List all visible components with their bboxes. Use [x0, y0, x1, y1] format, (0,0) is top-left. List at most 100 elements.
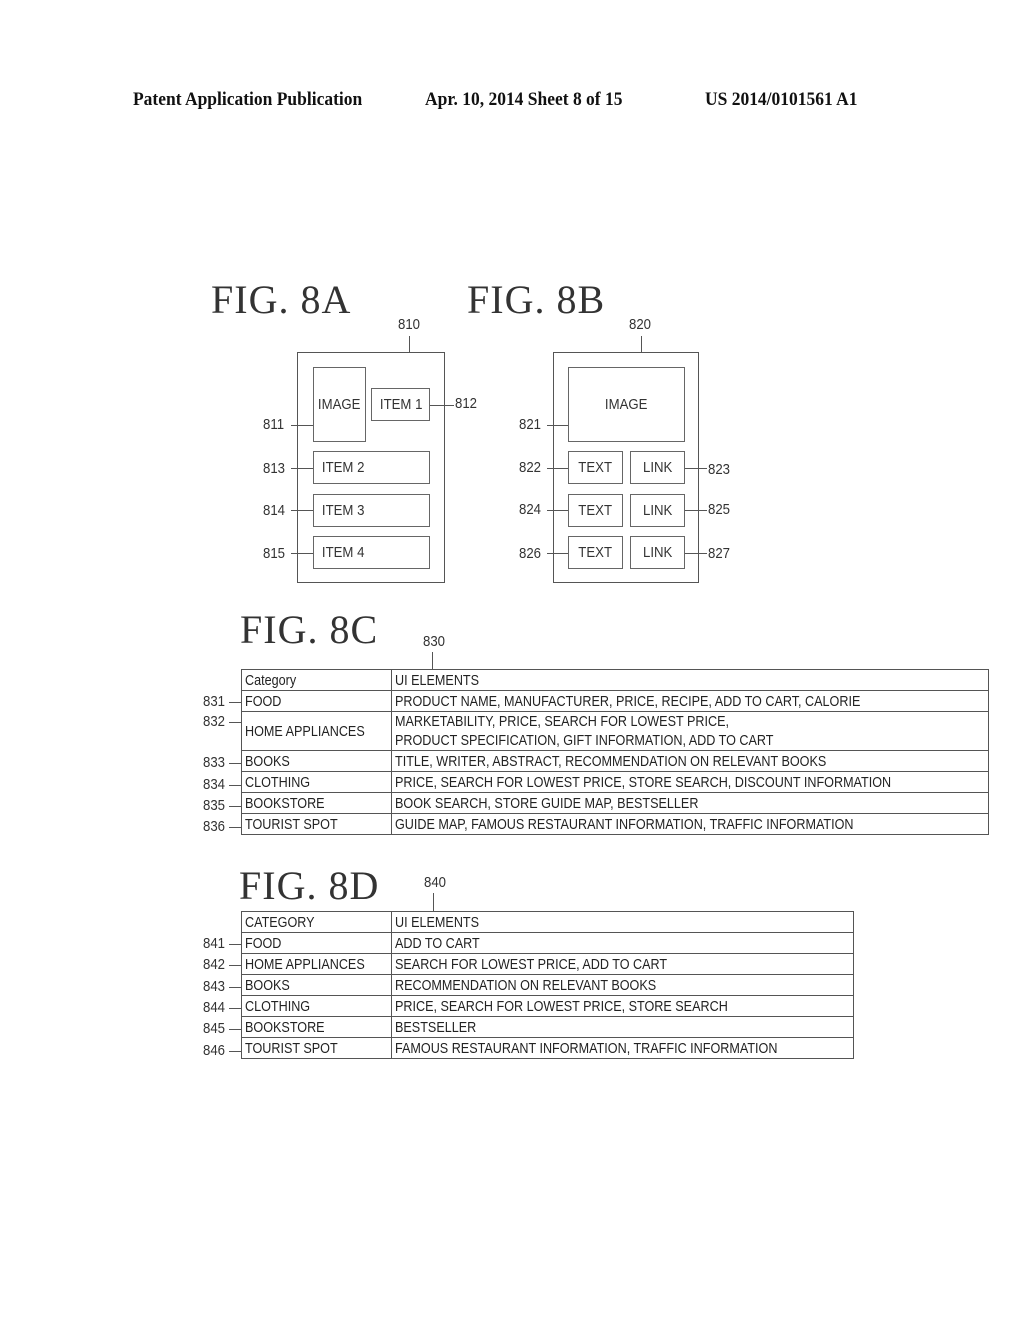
item-element-815: ITEM 4 [313, 536, 430, 569]
leader-843 [229, 987, 241, 988]
leader-826 [547, 553, 568, 554]
leader-832 [229, 722, 241, 723]
table-row: BOOKS TITLE, WRITER, ABSTRACT, RECOMMENDA… [241, 750, 990, 772]
category-cell: BOOKSTORE [241, 1016, 392, 1038]
image-element-811: IMAGE [313, 367, 366, 442]
ui-elements-table-840: CATEGORY UI ELEMENTS FOOD ADD TO CART HOME A… [241, 911, 854, 1059]
category-cell: CLOTHING [241, 771, 392, 793]
row-ref-833: 833 [203, 754, 226, 771]
link-element-825: LINK [630, 494, 685, 527]
row-ref-831: 831 [203, 693, 226, 710]
patent-number: US 2014/0101561 A1 [705, 89, 858, 110]
table-row: HOME APPLIANCES MARKETABILITY, PRICE, SEA… [241, 711, 990, 751]
row-ref-836: 836 [203, 818, 226, 835]
ref-813: 813 [263, 460, 286, 477]
ref-840: 840 [424, 874, 447, 891]
leader-810 [409, 336, 410, 352]
figure-8c-title: FIG. 8C [240, 607, 379, 652]
table-header-row: Category UI ELEMENTS [241, 669, 990, 691]
date-sheet-label: Apr. 10, 2014 Sheet 8 of 15 [425, 89, 623, 110]
row-ref-832: 832 [203, 713, 226, 730]
ui-elements-cell: PRODUCT NAME, MANUFACTURER, PRICE, RECIP… [390, 690, 990, 712]
table-row: FOOD PRODUCT NAME, MANUFACTURER, PRICE, R… [241, 690, 990, 712]
table-row: TOURIST SPOT GUIDE MAP, FAMOUS RESTAURANT… [241, 813, 990, 835]
category-cell: BOOKSTORE [241, 792, 392, 814]
leader-831 [229, 702, 241, 703]
leader-827 [685, 553, 707, 554]
ui-elements-cell: ADD TO CART [390, 932, 854, 954]
publication-label: Patent Application Publication [133, 89, 363, 110]
ref-822: 822 [519, 459, 542, 476]
leader-842 [229, 965, 241, 966]
table-row: TOURIST SPOT FAMOUS RESTAURANT INFORMATIO… [241, 1037, 854, 1059]
ref-825: 825 [708, 501, 731, 518]
ui-elements-cell: SEARCH FOR LOWEST PRICE, ADD TO CART [390, 953, 854, 975]
table-row: HOME APPLIANCES SEARCH FOR LOWEST PRICE, … [241, 953, 854, 975]
row-ref-845: 845 [203, 1020, 226, 1037]
leader-822 [547, 468, 568, 469]
leader-830 [432, 652, 433, 669]
ui-elements-cell: RECOMMENDATION ON RELEVANT BOOKS [390, 974, 854, 996]
ref-812: 812 [455, 395, 478, 412]
category-cell: BOOKS [241, 974, 392, 996]
ref-821: 821 [519, 416, 542, 433]
table-row: BOOKS RECOMMENDATION ON RELEVANT BOOKS [241, 974, 854, 996]
figure-8b-title: FIG. 8B [467, 277, 606, 322]
ref-823: 823 [708, 461, 731, 478]
leader-836 [229, 827, 241, 828]
table-row: FOOD ADD TO CART [241, 932, 854, 954]
ui-elements-cell: PRICE, SEARCH FOR LOWEST PRICE, STORE SE… [390, 995, 854, 1017]
leader-824 [547, 510, 568, 511]
item-element-814: ITEM 3 [313, 494, 430, 527]
leader-811 [291, 425, 313, 426]
leader-823 [685, 468, 707, 469]
image-element-821: IMAGE [568, 367, 685, 442]
ui-elements-cell: TITLE, WRITER, ABSTRACT, RECOMMENDATION … [390, 750, 990, 772]
header-ui-elements: UI ELEMENTS [390, 669, 990, 691]
ref-814: 814 [263, 502, 286, 519]
category-cell: FOOD [241, 932, 392, 954]
item-element-812: ITEM 1 [371, 388, 430, 421]
category-cell: CLOTHING [241, 995, 392, 1017]
leader-814 [291, 510, 313, 511]
link-element-827: LINK [630, 536, 685, 569]
ui-elements-cell: BESTSELLER [390, 1016, 854, 1038]
table-row: BOOKSTORE BOOK SEARCH, STORE GUIDE MAP, B… [241, 792, 990, 814]
table-row: BOOKSTORE BESTSELLER [241, 1016, 854, 1038]
row-ref-842: 842 [203, 956, 226, 973]
header-category: Category [241, 669, 392, 691]
figure-8a-title: FIG. 8A [211, 277, 352, 322]
category-cell: HOME APPLIANCES [241, 711, 392, 751]
row-ref-835: 835 [203, 797, 226, 814]
ref-826: 826 [519, 545, 542, 562]
leader-820 [641, 336, 642, 352]
row-ref-846: 846 [203, 1042, 226, 1059]
category-cell: TOURIST SPOT [241, 1037, 392, 1059]
row-ref-841: 841 [203, 935, 226, 952]
leader-834 [229, 785, 241, 786]
ref-830: 830 [423, 633, 446, 650]
leader-833 [229, 763, 241, 764]
ui-elements-cell: MARKETABILITY, PRICE, SEARCH FOR LOWEST … [390, 711, 990, 751]
leader-841 [229, 944, 241, 945]
ref-827: 827 [708, 545, 731, 562]
category-cell: BOOKS [241, 750, 392, 772]
row-ref-844: 844 [203, 999, 226, 1016]
text-element-824: TEXT [568, 494, 623, 527]
row-ref-834: 834 [203, 776, 226, 793]
ui-elements-cell: BOOK SEARCH, STORE GUIDE MAP, BESTSELLER [390, 792, 990, 814]
ref-810: 810 [398, 316, 421, 333]
figure-8d-title: FIG. 8D [239, 863, 380, 908]
leader-821 [547, 425, 568, 426]
leader-812 [430, 405, 454, 406]
table-row: CLOTHING PRICE, SEARCH FOR LOWEST PRICE, … [241, 771, 990, 793]
leader-815 [291, 553, 313, 554]
leader-846 [229, 1051, 241, 1052]
leader-845 [229, 1029, 241, 1030]
table-row: CLOTHING PRICE, SEARCH FOR LOWEST PRICE, … [241, 995, 854, 1017]
text-element-822: TEXT [568, 451, 623, 484]
table-header-row: CATEGORY UI ELEMENTS [241, 911, 854, 933]
leader-835 [229, 806, 241, 807]
item-element-813: ITEM 2 [313, 451, 430, 484]
link-element-823: LINK [630, 451, 685, 484]
